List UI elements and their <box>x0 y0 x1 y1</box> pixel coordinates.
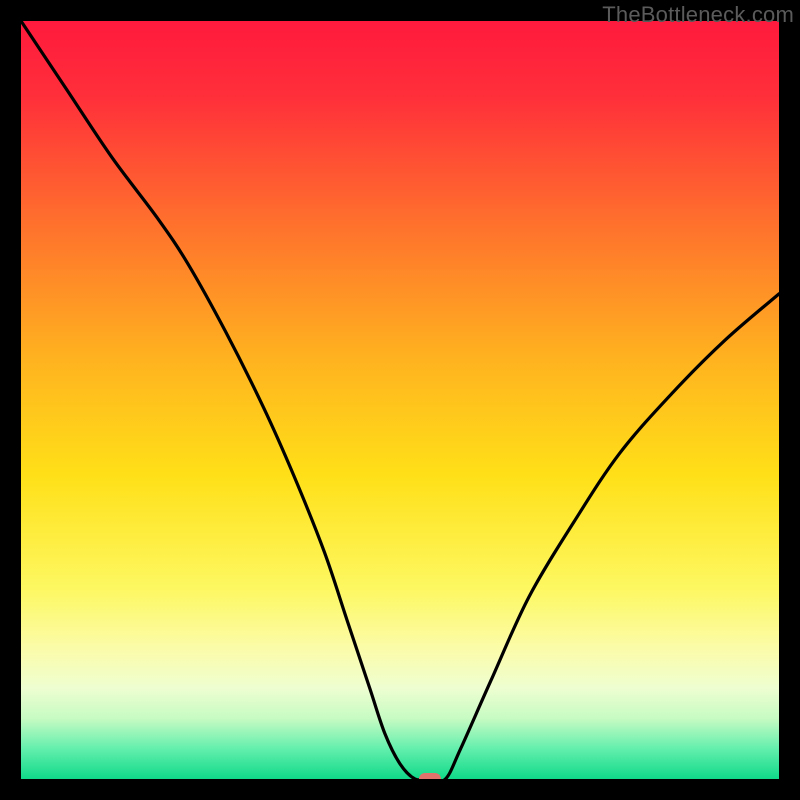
plot-area <box>21 21 779 779</box>
chart-frame: TheBottleneck.com <box>0 0 800 800</box>
bottleneck-curve <box>21 21 779 779</box>
watermark-label: TheBottleneck.com <box>602 2 794 28</box>
optimal-point-marker <box>419 773 441 779</box>
